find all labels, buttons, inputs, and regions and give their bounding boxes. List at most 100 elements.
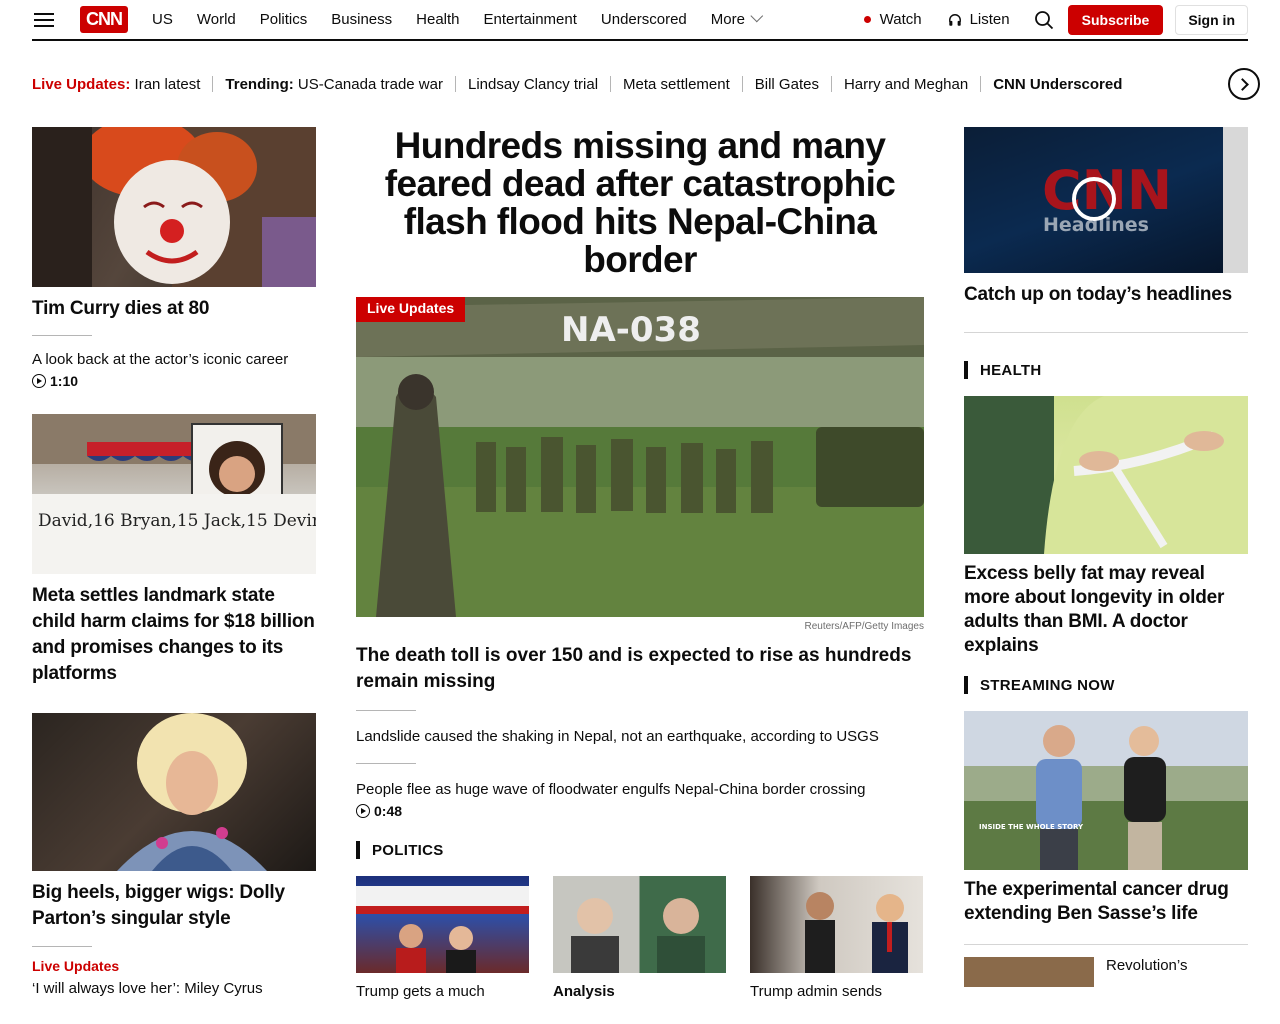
nav-more[interactable]: More: [711, 9, 764, 28]
live-updates-label: Live Updates: [32, 958, 120, 974]
story-image-streaming[interactable]: INSIDE THE WHOLE STORY: [964, 711, 1248, 870]
politics-caption: Trump admin sends: [750, 983, 882, 1000]
divider: [964, 944, 1248, 945]
section-title-streaming[interactable]: STREAMING NOW: [964, 676, 1248, 694]
trend-item[interactable]: Harry and Meghan: [844, 76, 968, 93]
politics-image-portraits: [553, 876, 726, 973]
right-column: CNN Headlines Catch up on today’s headli…: [964, 127, 1248, 987]
story-image-tim-curry[interactable]: [32, 127, 316, 287]
next-story[interactable]: Revolution’s: [964, 957, 1248, 987]
cnn-logo[interactable]: CNN: [80, 6, 128, 33]
aircraft-marking: NA-038: [561, 310, 701, 350]
video-duration: 0:48: [356, 803, 924, 819]
section-bar: [964, 676, 968, 694]
nav-underscored[interactable]: Underscored: [601, 11, 687, 28]
story-subhead[interactable]: A look back at the actor’s iconic career: [32, 349, 316, 371]
politics-card[interactable]: Analysis: [553, 876, 726, 1000]
politics-image-handshake: [750, 876, 923, 973]
search-icon[interactable]: [1034, 10, 1054, 30]
story-image-dolly-parton[interactable]: [32, 713, 316, 871]
cnn-headlines-video[interactable]: CNN Headlines: [964, 127, 1248, 273]
divider: [964, 332, 1248, 333]
politics-row: Trump gets a much Analysis Trump admin s…: [356, 876, 924, 1000]
tape-measure-illustration: [964, 396, 1248, 554]
header-actions: Watch Listen Subscribe Sign in: [863, 4, 1248, 35]
section-label: HEALTH: [980, 361, 1042, 379]
video-duration: 1:10: [32, 373, 316, 389]
divider: [454, 76, 456, 92]
trend-live-updates[interactable]: Live Updates: Iran latest: [32, 76, 200, 93]
listen-label: Listen: [969, 11, 1010, 28]
nav-politics[interactable]: Politics: [260, 11, 308, 28]
menu-icon[interactable]: [34, 12, 54, 27]
handshake-illustration: [805, 892, 908, 973]
headphones-icon: [948, 13, 961, 26]
live-updates-badge: Live Updates: [356, 297, 466, 322]
politics-card[interactable]: Trump admin sends: [750, 876, 923, 1000]
trend-item[interactable]: CNN Underscored: [993, 76, 1122, 93]
trending-next-button[interactable]: [1228, 68, 1260, 100]
lead-story-title[interactable]: The death toll is over 150 and is expect…: [356, 643, 924, 695]
divider: [610, 76, 612, 92]
divider: [212, 76, 214, 92]
section-bar: [964, 361, 968, 379]
streaming-illustration: INSIDE THE WHOLE STORY: [964, 711, 1248, 870]
story-subhead[interactable]: Landslide caused the shaking in Nepal, n…: [356, 726, 924, 748]
sign-text: David,16 Bryan,15 Jack,15 Devin,19 Danie…: [38, 511, 316, 531]
duration-label: 0:48: [374, 803, 403, 819]
duration-label: 1:10: [50, 373, 79, 389]
divider: [32, 335, 92, 336]
dolly-illustration: [117, 713, 267, 871]
nav-us[interactable]: US: [152, 11, 173, 28]
main-nav: US World Politics Business Health Entert…: [152, 9, 786, 28]
overlay-text: INSIDE THE WHOLE STORY: [979, 823, 1084, 831]
story-subhead[interactable]: People flee as huge wave of floodwater e…: [356, 779, 924, 801]
main-headline[interactable]: Hundreds missing and many feared dead af…: [356, 127, 924, 279]
play-icon: [32, 374, 46, 388]
story-title[interactable]: The experimental cancer drug extending B…: [964, 878, 1248, 926]
divider: [830, 76, 832, 92]
trending-bar: Live Updates: Iran latest Trending: US-C…: [32, 70, 1260, 98]
divider: [980, 76, 982, 92]
next-story-thumbnail: [964, 957, 1094, 987]
photo-credit: Reuters/AFP/Getty Images: [804, 621, 925, 632]
nav-world[interactable]: World: [197, 11, 236, 28]
trend-trending[interactable]: Trending: US-Canada trade war: [225, 76, 443, 93]
site-header: CNN US World Politics Business Health En…: [32, 0, 1248, 41]
story-subhead[interactable]: ‘I will always love her’: Miley Cyrus: [32, 978, 316, 1000]
watch-link[interactable]: Watch: [863, 11, 922, 28]
chevron-right-icon: [1235, 77, 1249, 91]
story-title[interactable]: Tim Curry dies at 80: [32, 296, 316, 322]
politics-caption: Analysis: [553, 983, 615, 1000]
section-label: POLITICS: [372, 841, 444, 859]
play-icon: [356, 804, 370, 818]
chevron-down-icon: [750, 9, 764, 23]
nav-entertainment[interactable]: Entertainment: [484, 11, 577, 28]
story-image-meta[interactable]: David,16 Bryan,15 Jack,15 Devin,19 Danie…: [32, 414, 316, 574]
section-bar: [356, 841, 360, 859]
nav-health[interactable]: Health: [416, 11, 459, 28]
section-title-politics[interactable]: POLITICS: [356, 841, 924, 859]
listen-link[interactable]: Listen: [948, 11, 1010, 28]
section-title-health[interactable]: HEALTH: [964, 361, 1248, 379]
hero-image[interactable]: Live Updates NA-038: [356, 297, 924, 617]
politics-image-rally: [356, 876, 529, 973]
story-image-belly-fat[interactable]: [964, 396, 1248, 554]
sign-in-button[interactable]: Sign in: [1175, 4, 1248, 35]
portraits-illustration: [571, 898, 705, 973]
live-dot-icon: [863, 16, 871, 23]
nav-business[interactable]: Business: [331, 11, 392, 28]
trend-item[interactable]: Bill Gates: [755, 76, 819, 93]
divider: [356, 710, 416, 711]
rally-illustration: [356, 886, 529, 973]
story-title[interactable]: Catch up on today’s headlines: [964, 282, 1248, 308]
subscribe-button[interactable]: Subscribe: [1067, 4, 1164, 35]
trend-item[interactable]: Meta settlement: [623, 76, 730, 93]
politics-card[interactable]: Trump gets a much: [356, 876, 529, 1000]
story-title[interactable]: Meta settles landmark state child harm c…: [32, 583, 316, 687]
story-title[interactable]: Big heels, bigger wigs: Dolly Parton’s s…: [32, 880, 316, 932]
next-story-title: Revolution’s: [1106, 957, 1188, 974]
story-title[interactable]: Excess belly fat may reveal more about l…: [964, 562, 1248, 658]
trend-item[interactable]: Lindsay Clancy trial: [468, 76, 598, 93]
section-label: STREAMING NOW: [980, 676, 1115, 694]
